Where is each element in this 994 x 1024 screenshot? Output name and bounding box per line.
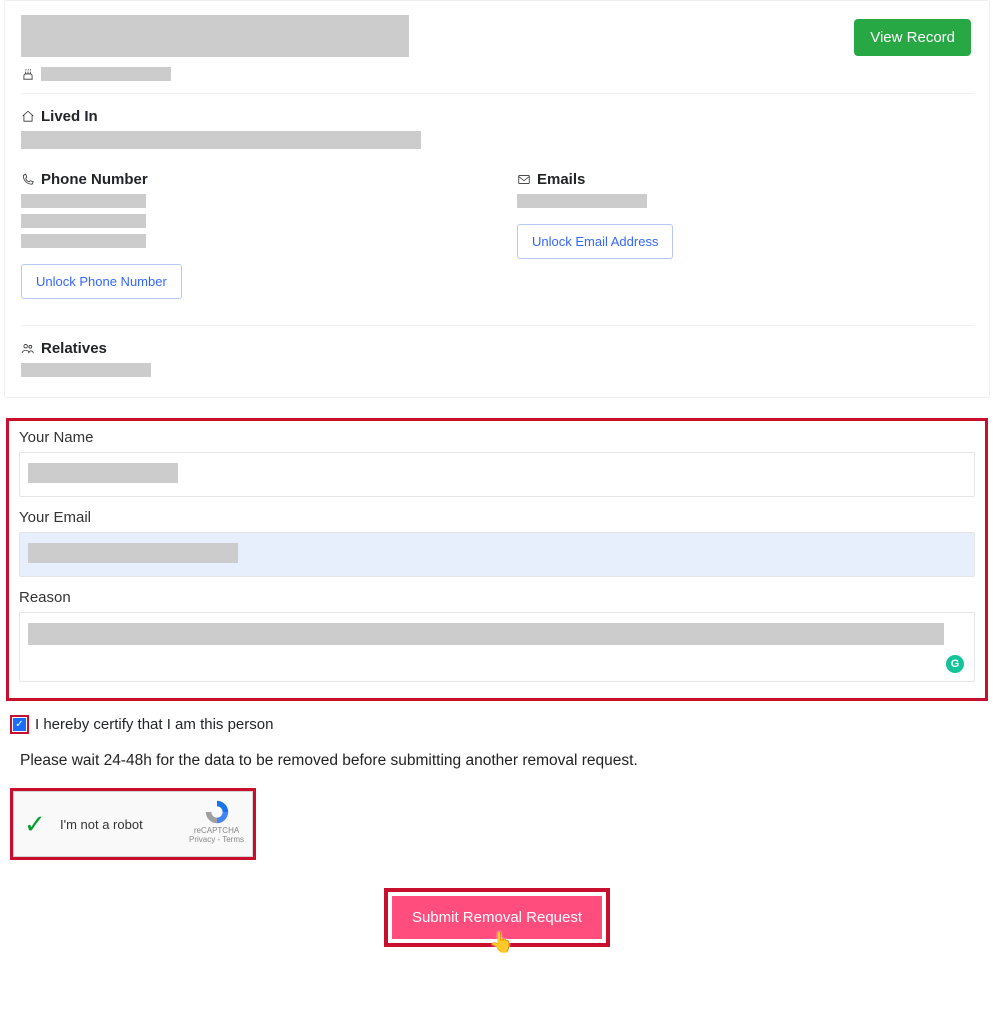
captcha-legal-text: Privacy - Terms bbox=[189, 835, 244, 844]
reason-label: Reason bbox=[19, 589, 975, 606]
submit-removal-button[interactable]: Submit Removal Request bbox=[392, 896, 602, 939]
lived-in-heading: Lived In bbox=[21, 108, 973, 125]
phone-section: Phone Number Unlock Phone Number bbox=[21, 171, 477, 299]
cake-icon bbox=[21, 67, 35, 81]
wait-instruction: Please wait 24-48h for the data to be re… bbox=[20, 752, 988, 770]
captcha-check-icon: ✓ bbox=[24, 811, 50, 837]
record-card: View Record Lived In Phone Number bbox=[4, 0, 990, 398]
certify-checkbox-highlight: ✓ bbox=[10, 715, 29, 734]
email-value-placeholder bbox=[28, 543, 238, 563]
name-value-placeholder bbox=[28, 463, 178, 483]
certify-checkbox[interactable]: ✓ bbox=[13, 718, 26, 731]
reason-value-placeholder bbox=[28, 623, 944, 645]
phone-placeholder-2 bbox=[21, 214, 146, 228]
relative-placeholder bbox=[21, 363, 151, 377]
submit-highlight-box: Submit Removal Request 👆 bbox=[384, 888, 610, 947]
phone-icon bbox=[21, 173, 35, 187]
captcha-highlight-box: ✓ I'm not a robot reCAPTCHA Privacy - Te… bbox=[10, 788, 256, 860]
record-name-placeholder bbox=[21, 15, 409, 57]
divider bbox=[21, 325, 973, 326]
phone-label: Phone Number bbox=[41, 171, 148, 188]
reason-textarea[interactable]: G bbox=[19, 612, 975, 682]
emails-heading: Emails bbox=[517, 171, 973, 188]
dob-placeholder bbox=[41, 67, 171, 81]
unlock-email-button[interactable]: Unlock Email Address bbox=[517, 224, 673, 259]
name-input[interactable] bbox=[19, 452, 975, 497]
home-icon bbox=[21, 110, 35, 124]
name-label: Your Name bbox=[19, 429, 975, 446]
certify-label: I hereby certify that I am this person bbox=[35, 716, 273, 733]
phone-placeholder-3 bbox=[21, 234, 146, 248]
unlock-phone-button[interactable]: Unlock Phone Number bbox=[21, 264, 182, 299]
phone-heading: Phone Number bbox=[21, 171, 477, 188]
captcha-branding: reCAPTCHA Privacy - Terms bbox=[189, 798, 244, 844]
people-icon bbox=[21, 342, 35, 356]
email-placeholder bbox=[517, 194, 647, 208]
grammarly-icon[interactable]: G bbox=[946, 655, 964, 673]
email-input[interactable] bbox=[19, 532, 975, 577]
emails-label: Emails bbox=[537, 171, 585, 188]
divider bbox=[21, 93, 973, 94]
view-record-button[interactable]: View Record bbox=[854, 19, 971, 56]
removal-form: Your Name Your Email Reason G ✓ I hereby… bbox=[6, 418, 988, 947]
form-highlight-box: Your Name Your Email Reason G bbox=[6, 418, 988, 701]
emails-section: Emails Unlock Email Address bbox=[517, 171, 973, 299]
phone-placeholder-1 bbox=[21, 194, 146, 208]
captcha-brand-text: reCAPTCHA bbox=[189, 826, 244, 835]
certify-row: ✓ I hereby certify that I am this person bbox=[10, 715, 988, 734]
mail-icon bbox=[517, 173, 531, 187]
recaptcha-logo-icon bbox=[202, 798, 232, 826]
relatives-heading: Relatives bbox=[21, 340, 973, 357]
recaptcha-widget[interactable]: ✓ I'm not a robot reCAPTCHA Privacy - Te… bbox=[13, 791, 253, 857]
relatives-label: Relatives bbox=[41, 340, 107, 357]
email-label: Your Email bbox=[19, 509, 975, 526]
captcha-label: I'm not a robot bbox=[60, 817, 143, 832]
lived-in-placeholder bbox=[21, 131, 421, 149]
lived-in-label: Lived In bbox=[41, 108, 98, 125]
